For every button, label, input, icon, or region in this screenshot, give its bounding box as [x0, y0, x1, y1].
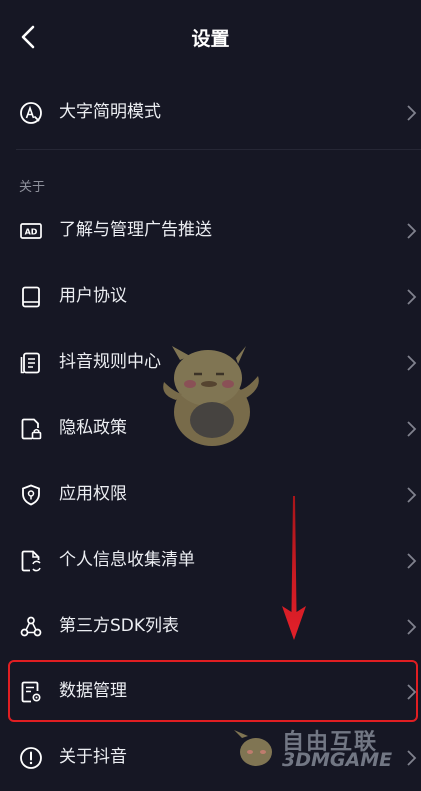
setting-item-label: 用户协议 [59, 286, 127, 306]
page-title: 设置 [191, 28, 230, 50]
nodes-icon [20, 616, 42, 637]
highlight-box [8, 660, 418, 722]
chevron-right-icon [407, 105, 417, 121]
svg-text:AD: AD [25, 228, 38, 237]
header-bar: 设置 [0, 0, 421, 76]
setting-item-user-agreement[interactable]: 用户协议 [0, 264, 421, 330]
file-refresh-icon [21, 550, 41, 572]
chevron-right-icon [407, 289, 417, 305]
setting-item-label: 抖音规则中心 [59, 352, 161, 372]
setting-item-label: 关于抖音 [59, 747, 127, 767]
setting-item-large-font-mode[interactable]: 大字简明模式 [0, 80, 421, 146]
setting-item-app-permissions[interactable]: 应用权限 [0, 462, 421, 528]
chevron-right-icon [407, 487, 417, 503]
book-icon [22, 286, 40, 308]
setting-item-label: 隐私政策 [59, 418, 127, 438]
setting-item-label: 大字简明模式 [59, 102, 161, 122]
privacy-lock-icon [21, 418, 42, 440]
setting-item-label: 应用权限 [59, 484, 127, 504]
section-title-about: 关于 [19, 180, 46, 195]
chevron-right-icon [407, 421, 417, 437]
chevron-right-icon [407, 619, 417, 635]
watermark-text-en: 3DMGAME [282, 749, 393, 771]
setting-item-label: 个人信息收集清单 [59, 550, 195, 570]
watermark-logo-icon [234, 730, 272, 766]
watermark: 自由互联 3DMGAME [232, 722, 416, 772]
setting-item-personal-info-list[interactable]: 个人信息收集清单 [0, 528, 421, 594]
setting-item-label: 了解与管理广告推送 [59, 220, 212, 240]
chevron-right-icon [407, 355, 417, 371]
setting-item-label: 第三方SDK列表 [59, 616, 180, 636]
section-divider [16, 149, 421, 150]
mascot-watermark-icon [163, 346, 259, 446]
ad-icon: AD [20, 223, 42, 239]
annotation-arrow-icon [282, 496, 306, 640]
setting-item-third-party-sdk[interactable]: 第三方SDK列表 [0, 594, 421, 660]
chevron-right-icon [407, 223, 417, 239]
info-icon [20, 747, 42, 769]
chevron-right-icon [407, 553, 417, 569]
font-size-icon [20, 102, 42, 124]
setting-item-ad-management[interactable]: AD 了解与管理广告推送 [0, 198, 421, 264]
shield-icon [22, 484, 40, 506]
document-list-icon [20, 352, 40, 374]
